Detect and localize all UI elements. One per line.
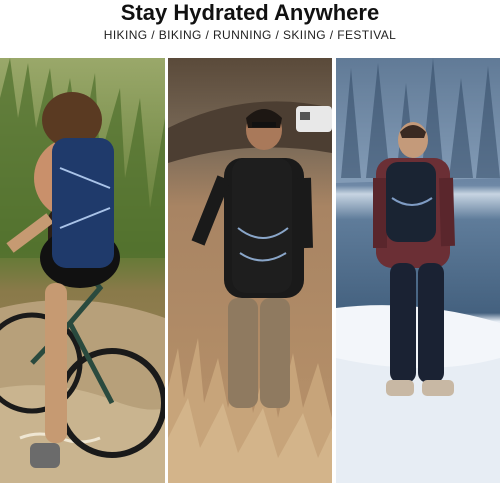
page-title: Stay Hydrated Anywhere [120,0,380,25]
photo-snow-lake [336,58,500,483]
photo-biking [0,58,165,483]
hydration-backpack-hiking [232,158,292,293]
photo-hiking [168,58,332,483]
hydration-backpack-snow [386,162,436,242]
hydration-backpack [52,138,114,268]
activity-list: HIKING / BIKING / RUNNING / SKIING / FES… [103,28,397,42]
